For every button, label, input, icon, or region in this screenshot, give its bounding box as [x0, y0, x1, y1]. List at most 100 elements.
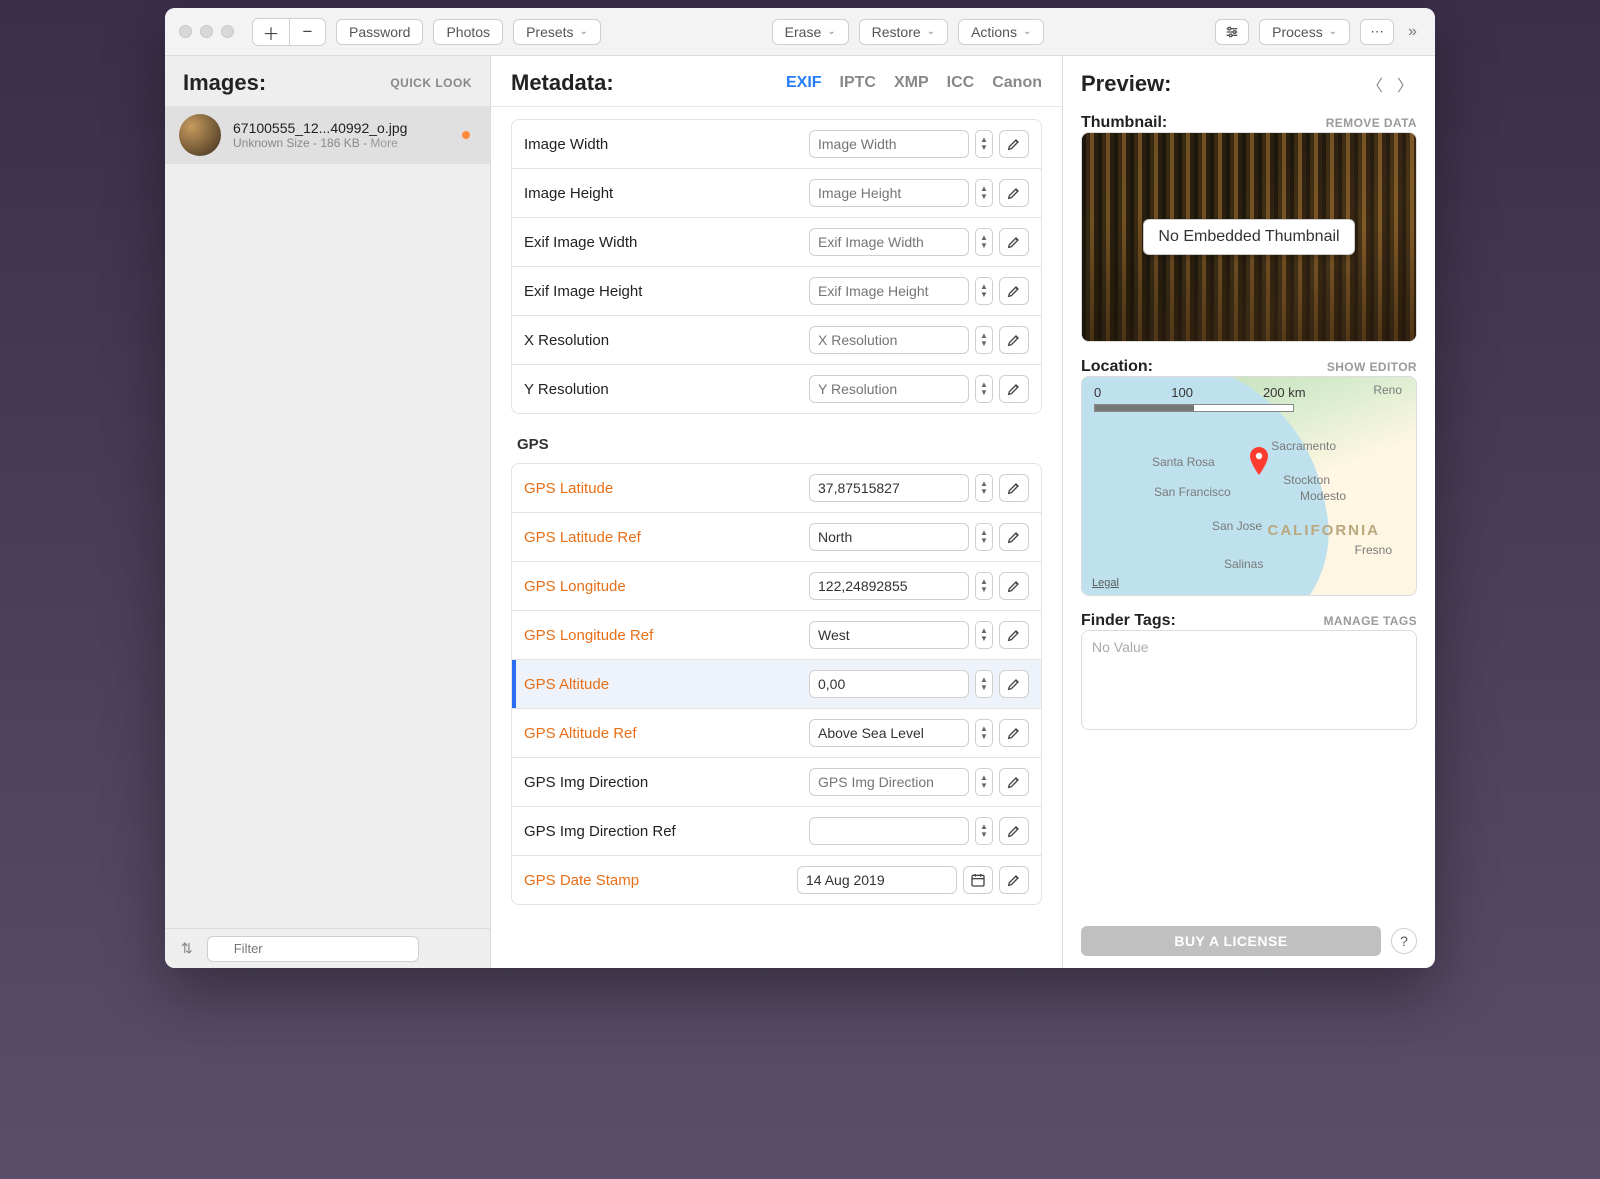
- metadata-value-input[interactable]: [809, 375, 969, 403]
- select-stepper-icon[interactable]: ▲▼: [975, 621, 993, 649]
- edit-icon[interactable]: [999, 719, 1029, 747]
- location-map[interactable]: 0 100 200 km Santa Rosa San Francisco Sa…: [1081, 376, 1417, 596]
- thumbnail-box: No Embedded Thumbnail: [1081, 132, 1417, 342]
- edit-icon[interactable]: [999, 621, 1029, 649]
- metadata-field-label: GPS Latitude: [524, 480, 799, 497]
- tab-exif[interactable]: EXIF: [786, 74, 822, 92]
- edit-icon[interactable]: [999, 277, 1029, 305]
- image-file-sub: Unknown Size - 186 KB - More: [233, 136, 450, 150]
- show-editor-button[interactable]: SHOW EDITOR: [1327, 360, 1417, 374]
- metadata-value-input[interactable]: [809, 277, 969, 305]
- image-more-link[interactable]: More: [370, 136, 397, 150]
- number-stepper-icon[interactable]: ▲▼: [975, 228, 993, 256]
- edit-icon[interactable]: [999, 768, 1029, 796]
- number-stepper-icon[interactable]: ▲▼: [975, 179, 993, 207]
- quick-look-button[interactable]: QUICK LOOK: [390, 76, 472, 90]
- restore-menu-button[interactable]: Restore ⌄: [859, 19, 948, 45]
- thumbnail-title: Thumbnail:: [1081, 114, 1167, 132]
- tab-canon[interactable]: Canon: [992, 74, 1042, 92]
- photos-button[interactable]: Photos: [433, 19, 503, 45]
- remove-button[interactable]: −: [289, 19, 325, 45]
- metadata-value-input[interactable]: [809, 130, 969, 158]
- metadata-value-input[interactable]: [797, 866, 957, 894]
- edit-icon[interactable]: [999, 817, 1029, 845]
- prev-image-button[interactable]: 〈: [1363, 70, 1387, 98]
- number-stepper-icon[interactable]: ▲▼: [975, 130, 993, 158]
- finder-tags-title: Finder Tags:: [1081, 612, 1176, 630]
- next-image-button[interactable]: 〉: [1393, 70, 1417, 98]
- metadata-field-label: Exif Image Height: [524, 283, 799, 300]
- edit-icon[interactable]: [999, 375, 1029, 403]
- edit-icon[interactable]: [999, 326, 1029, 354]
- add-remove-segment: ＋ −: [252, 18, 326, 46]
- edit-icon[interactable]: [999, 474, 1029, 502]
- metadata-value-input[interactable]: [809, 719, 969, 747]
- metadata-value-input[interactable]: [809, 179, 969, 207]
- presets-menu-button[interactable]: Presets ⌄: [513, 19, 601, 45]
- metadata-row: GPS Longitude Ref ▲▼: [512, 610, 1041, 659]
- filter-input[interactable]: [207, 936, 419, 962]
- finder-tags-box[interactable]: No Value: [1081, 630, 1417, 730]
- zoom-icon[interactable]: [221, 25, 234, 38]
- map-city-label: Fresno: [1355, 543, 1392, 557]
- metadata-row: Image Width ▲▼: [512, 120, 1041, 168]
- metadata-tabs: EXIF IPTC XMP ICC Canon: [786, 74, 1042, 92]
- metadata-value-input[interactable]: [809, 621, 969, 649]
- close-icon[interactable]: [179, 25, 192, 38]
- number-stepper-icon[interactable]: ▲▼: [975, 768, 993, 796]
- edit-icon[interactable]: [999, 228, 1029, 256]
- overflow-icon[interactable]: »: [1404, 23, 1421, 41]
- process-menu-button[interactable]: Process ⌄: [1259, 19, 1350, 45]
- buy-license-button[interactable]: BUY A LICENSE: [1081, 926, 1381, 956]
- number-stepper-icon[interactable]: ▲▼: [975, 277, 993, 305]
- map-scale: 0 100 200 km: [1094, 385, 1404, 412]
- edit-icon[interactable]: [999, 523, 1029, 551]
- metadata-value-input[interactable]: [809, 474, 969, 502]
- number-stepper-icon[interactable]: ▲▼: [975, 572, 993, 600]
- tab-icc[interactable]: ICC: [947, 74, 975, 92]
- tab-xmp[interactable]: XMP: [894, 74, 929, 92]
- tab-iptc[interactable]: IPTC: [840, 74, 876, 92]
- metadata-value-input[interactable]: [809, 523, 969, 551]
- metadata-value-input[interactable]: [809, 670, 969, 698]
- number-stepper-icon[interactable]: ▲▼: [975, 474, 993, 502]
- settings-icon[interactable]: [1215, 19, 1249, 45]
- image-list-item[interactable]: 67100555_12...40992_o.jpg Unknown Size -…: [165, 106, 490, 164]
- metadata-row: GPS Altitude ▲▼: [512, 659, 1041, 708]
- metadata-field-label: GPS Date Stamp: [524, 872, 787, 889]
- number-stepper-icon[interactable]: ▲▼: [975, 670, 993, 698]
- metadata-value-input[interactable]: [809, 572, 969, 600]
- edit-icon[interactable]: [999, 179, 1029, 207]
- metadata-field-label: X Resolution: [524, 332, 799, 349]
- metadata-value-input[interactable]: [809, 768, 969, 796]
- preview-title: Preview:: [1081, 71, 1172, 97]
- number-stepper-icon[interactable]: ▲▼: [975, 326, 993, 354]
- erase-menu-button[interactable]: Erase ⌄: [772, 19, 849, 45]
- edit-icon[interactable]: [999, 130, 1029, 158]
- select-stepper-icon[interactable]: ▲▼: [975, 719, 993, 747]
- remove-thumbnail-button[interactable]: REMOVE DATA: [1326, 116, 1417, 130]
- select-stepper-icon[interactable]: ▲▼: [975, 817, 993, 845]
- map-city-label: Modesto: [1300, 489, 1346, 503]
- add-button[interactable]: ＋: [253, 19, 289, 45]
- metadata-value-input[interactable]: [809, 326, 969, 354]
- more-icon[interactable]: ⋯: [1360, 19, 1394, 45]
- finder-tags-placeholder: No Value: [1092, 639, 1149, 655]
- sort-icon[interactable]: ⇅: [175, 940, 199, 957]
- select-stepper-icon[interactable]: ▲▼: [975, 523, 993, 551]
- metadata-value-input[interactable]: [809, 817, 969, 845]
- calendar-icon[interactable]: [963, 866, 993, 894]
- edit-icon[interactable]: [999, 670, 1029, 698]
- metadata-value-input[interactable]: [809, 228, 969, 256]
- number-stepper-icon[interactable]: ▲▼: [975, 375, 993, 403]
- map-legal-link[interactable]: Legal: [1092, 577, 1119, 589]
- actions-menu-button[interactable]: Actions ⌄: [958, 19, 1044, 45]
- manage-tags-button[interactable]: MANAGE TAGS: [1323, 614, 1417, 628]
- edit-icon[interactable]: [999, 572, 1029, 600]
- password-button[interactable]: Password: [336, 19, 423, 45]
- chevron-down-icon: ⌄: [1329, 26, 1337, 37]
- minimize-icon[interactable]: [200, 25, 213, 38]
- edit-icon[interactable]: [999, 866, 1029, 894]
- help-button[interactable]: ?: [1391, 928, 1417, 954]
- image-thumb-icon: [179, 114, 221, 156]
